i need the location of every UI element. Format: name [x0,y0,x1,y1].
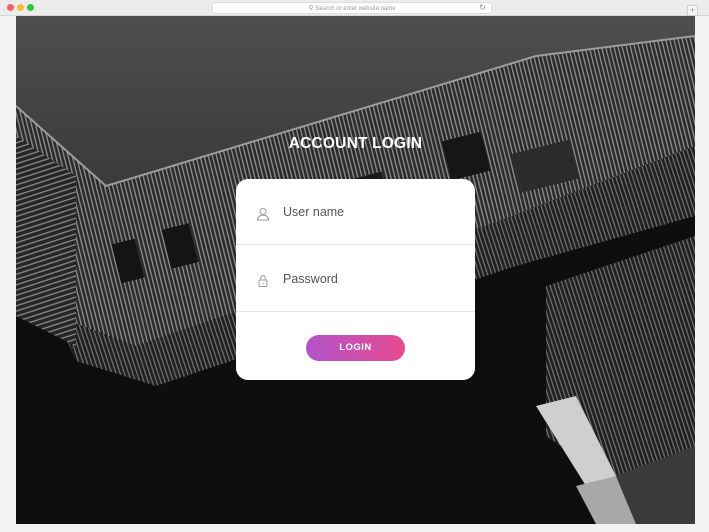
minimize-window-button[interactable] [17,4,24,11]
search-icon: ⚲ [308,5,314,12]
password-field[interactable]: Password [236,246,475,312]
user-icon [256,208,270,221]
password-placeholder: Password [283,272,338,286]
login-button[interactable]: LOGIN [306,335,405,361]
username-placeholder: User name [283,205,345,219]
maximize-window-button[interactable] [27,4,34,11]
page-viewport: ACCOUNT LOGIN User name Password LOGIN [16,16,695,524]
browser-window: ⚲ Search or enter website name ↻ + ACCOU… [0,0,709,532]
lock-icon [258,275,268,287]
address-bar[interactable]: ⚲ Search or enter website name ↻ [212,2,492,14]
address-bar-content: ⚲ Search or enter website name [213,4,491,12]
new-tab-button[interactable]: + [687,5,698,16]
login-card: User name Password LOGIN [236,179,475,380]
address-placeholder: Search or enter website name [315,6,396,12]
username-field[interactable]: User name [236,179,475,245]
page-title: ACCOUNT LOGIN [288,135,423,152]
reload-icon[interactable]: ↻ [479,3,486,13]
browser-toolbar: ⚲ Search or enter website name ↻ + [0,0,709,16]
close-window-button[interactable] [7,4,14,11]
